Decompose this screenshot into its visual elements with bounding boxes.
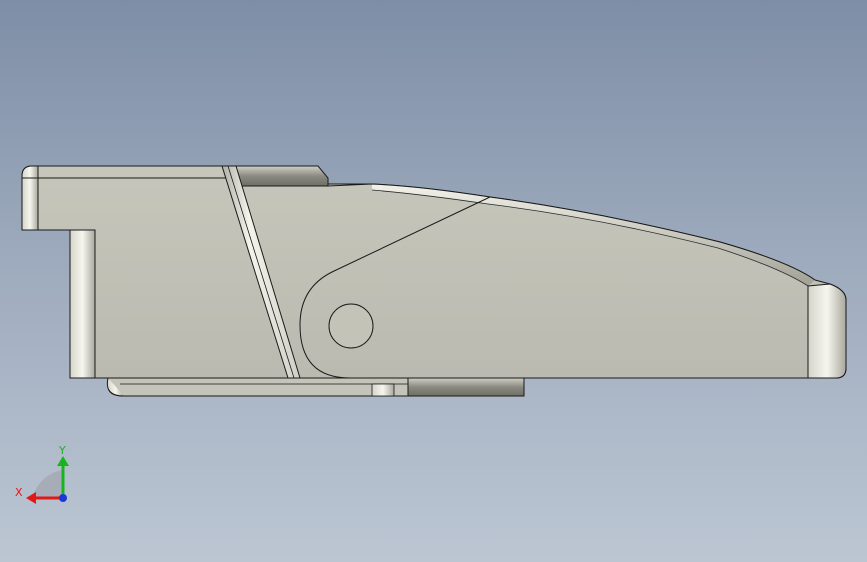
model-view[interactable]: Y X — [0, 0, 867, 562]
pivot-pin[interactable] — [328, 303, 374, 349]
graphics-viewport[interactable]: Y X — [0, 0, 867, 562]
y-axis-head — [57, 456, 69, 466]
lower-front-face — [69, 229, 96, 379]
base-plate[interactable] — [106, 377, 525, 397]
reference-triad: Y X — [15, 444, 69, 504]
triad-plane — [32, 470, 63, 498]
base-plate-slot — [371, 383, 395, 397]
left-block — [21, 165, 847, 379]
y-axis-label: Y — [58, 444, 66, 457]
top-cap — [227, 165, 329, 187]
left-end-round — [21, 165, 39, 231]
right-end-round — [807, 283, 847, 379]
latch-body[interactable] — [21, 165, 847, 379]
base-plate-dark-block — [407, 377, 525, 397]
z-axis-dot — [59, 494, 67, 502]
x-axis-label: X — [15, 486, 23, 499]
x-axis-head — [26, 492, 36, 504]
